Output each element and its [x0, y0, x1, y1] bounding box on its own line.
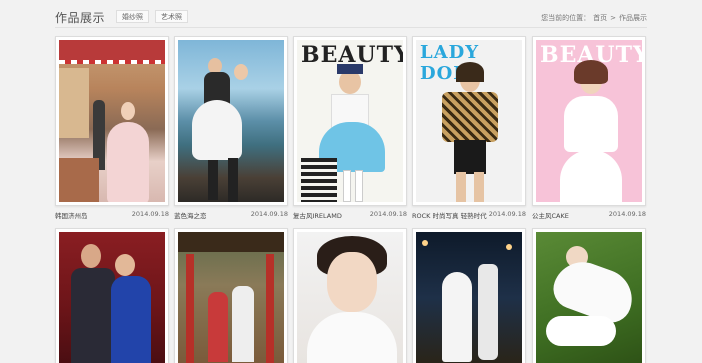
gallery-thumbnail[interactable]: [532, 228, 646, 363]
page-header: 作品展示 婚纱照 艺术照 您当前的位置： 首页 > 作品展示: [0, 0, 702, 30]
gallery-thumbnail[interactable]: [174, 228, 288, 363]
photo-ireland-cover: BEAUTY: [297, 40, 403, 202]
card-date: 2014.09.18: [131, 210, 169, 218]
breadcrumb: 您当前的位置： 首页 > 作品展示: [538, 13, 647, 23]
card-date: 2014.09.18: [369, 210, 407, 218]
gallery-thumbnail[interactable]: [55, 228, 169, 363]
gallery-thumbnail[interactable]: [293, 228, 407, 363]
gallery-thumbnail[interactable]: [55, 36, 169, 206]
photo-blue-sea: [178, 40, 284, 202]
header-divider: [55, 27, 647, 28]
gallery-thumbnail[interactable]: LADY DOL: [412, 36, 526, 206]
card-title[interactable]: 复古风IRELAMD: [293, 210, 342, 220]
gallery-thumbnail[interactable]: [174, 36, 288, 206]
tab-art[interactable]: 艺术照: [155, 10, 188, 23]
photo-grass-bride: [536, 232, 642, 363]
gallery-thumbnail[interactable]: BEAUTY: [532, 36, 646, 206]
card-title[interactable]: 公主风CAKE: [532, 210, 569, 220]
card-date: 2014.09.18: [488, 210, 526, 218]
photo-bride-closeup: [297, 232, 403, 363]
breadcrumb-separator: >: [610, 14, 616, 22]
breadcrumb-home-link[interactable]: 首页: [593, 14, 607, 22]
breadcrumb-prefix: 您当前的位置：: [541, 14, 591, 22]
gallery-thumbnail[interactable]: [412, 228, 526, 363]
photo-chinese-gate: [178, 232, 284, 363]
photo-rock-cover: LADY DOL: [416, 40, 522, 202]
photo-jeju: [59, 40, 165, 202]
card-date: 2014.09.18: [250, 210, 288, 218]
photo-night-street: [416, 232, 522, 363]
breadcrumb-current: 作品展示: [619, 14, 647, 22]
page-title: 作品展示: [55, 11, 106, 25]
card-title[interactable]: 韩国济州岛: [55, 210, 88, 220]
tab-wedding[interactable]: 婚纱照: [116, 10, 149, 23]
photo-couple-red: [59, 232, 165, 363]
card-date: 2014.09.18: [608, 210, 646, 218]
photo-cake-cover: BEAUTY: [536, 40, 642, 202]
gallery-thumbnail[interactable]: BEAUTY: [293, 36, 407, 206]
card-title[interactable]: 蓝色海之恋: [174, 210, 207, 220]
card-title[interactable]: ROCK 时尚写真 轻熟时代: [412, 210, 487, 220]
